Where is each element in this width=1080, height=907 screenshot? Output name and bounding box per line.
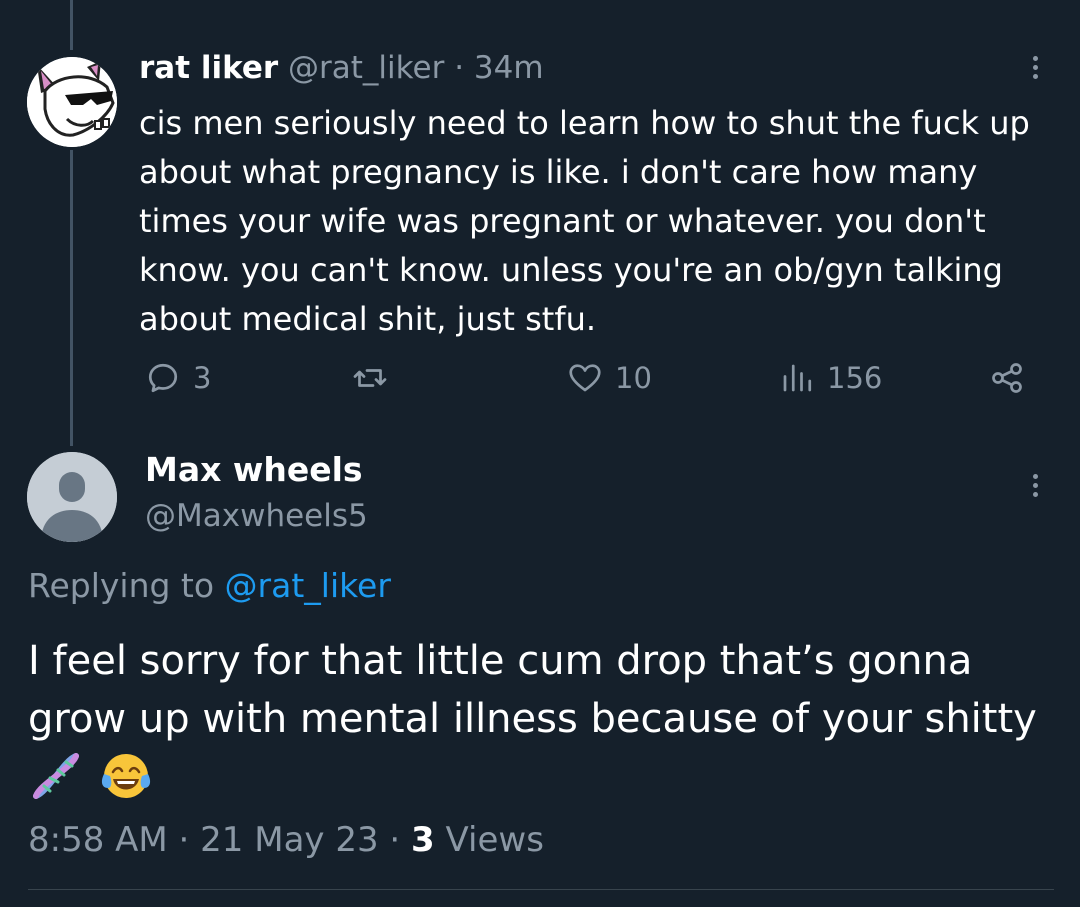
tweet-time[interactable]: 34m	[474, 50, 544, 86]
share-button[interactable]	[989, 360, 1037, 396]
thread-line	[70, 0, 73, 50]
default-avatar[interactable]	[27, 452, 117, 542]
tweet-text: cis men seriously need to learn how to s…	[139, 104, 1030, 338]
tweet-header: rat liker @rat_liker · 34m	[139, 50, 544, 86]
more-options-button[interactable]	[1024, 52, 1046, 86]
views-button[interactable]: 156	[779, 360, 882, 396]
like-count: 10	[615, 361, 652, 395]
more-icon-dot	[1032, 74, 1038, 79]
separator: ·	[454, 50, 465, 86]
more-icon-dot	[1032, 65, 1038, 70]
replying-prefix: Replying to	[28, 566, 215, 605]
timestamp[interactable]: 8:58 AM · 21 May 23 ·	[28, 820, 400, 860]
more-icon-dot	[1032, 483, 1038, 488]
display-name[interactable]: Max wheels	[145, 450, 363, 489]
dna-emoji	[33, 753, 79, 799]
tweet-actions: 3 10 156	[139, 360, 1039, 404]
more-icon	[1032, 56, 1038, 61]
thread-line	[70, 150, 73, 446]
more-icon	[1032, 474, 1038, 479]
heart-icon	[569, 364, 601, 392]
share-icon	[992, 363, 1022, 393]
tears-of-joy-emoji	[101, 754, 151, 798]
handle[interactable]: @rat_liker	[288, 50, 444, 86]
tweet-meta: 8:58 AM · 21 May 23 · 3 Views	[28, 820, 544, 860]
views-count: 156	[827, 361, 883, 395]
retweet-icon	[353, 369, 387, 387]
reply-count: 3	[193, 361, 212, 395]
more-options-button[interactable]	[1024, 470, 1046, 504]
replying-to: Replying to @rat_liker	[28, 566, 391, 605]
person-silhouette-icon	[27, 452, 117, 542]
like-button[interactable]: 10	[567, 360, 652, 396]
emoji-row	[28, 748, 154, 804]
more-icon-dot	[1032, 492, 1038, 497]
reply-icon	[148, 363, 178, 393]
reply-button[interactable]: 3	[145, 360, 211, 396]
reply-text: I feel sorry for that little cum drop th…	[28, 638, 1037, 742]
views-label: Views	[445, 820, 544, 860]
display-name[interactable]: rat liker	[139, 50, 278, 86]
replying-to-link[interactable]: @rat_liker	[225, 566, 391, 605]
rat-avatar-icon	[27, 57, 117, 147]
handle[interactable]: @Maxwheels5	[145, 498, 368, 534]
analytics-icon	[783, 364, 812, 392]
avatar[interactable]	[27, 57, 117, 147]
views-count: 3	[411, 820, 435, 860]
divider	[28, 889, 1054, 890]
retweet-button[interactable]	[352, 360, 400, 396]
